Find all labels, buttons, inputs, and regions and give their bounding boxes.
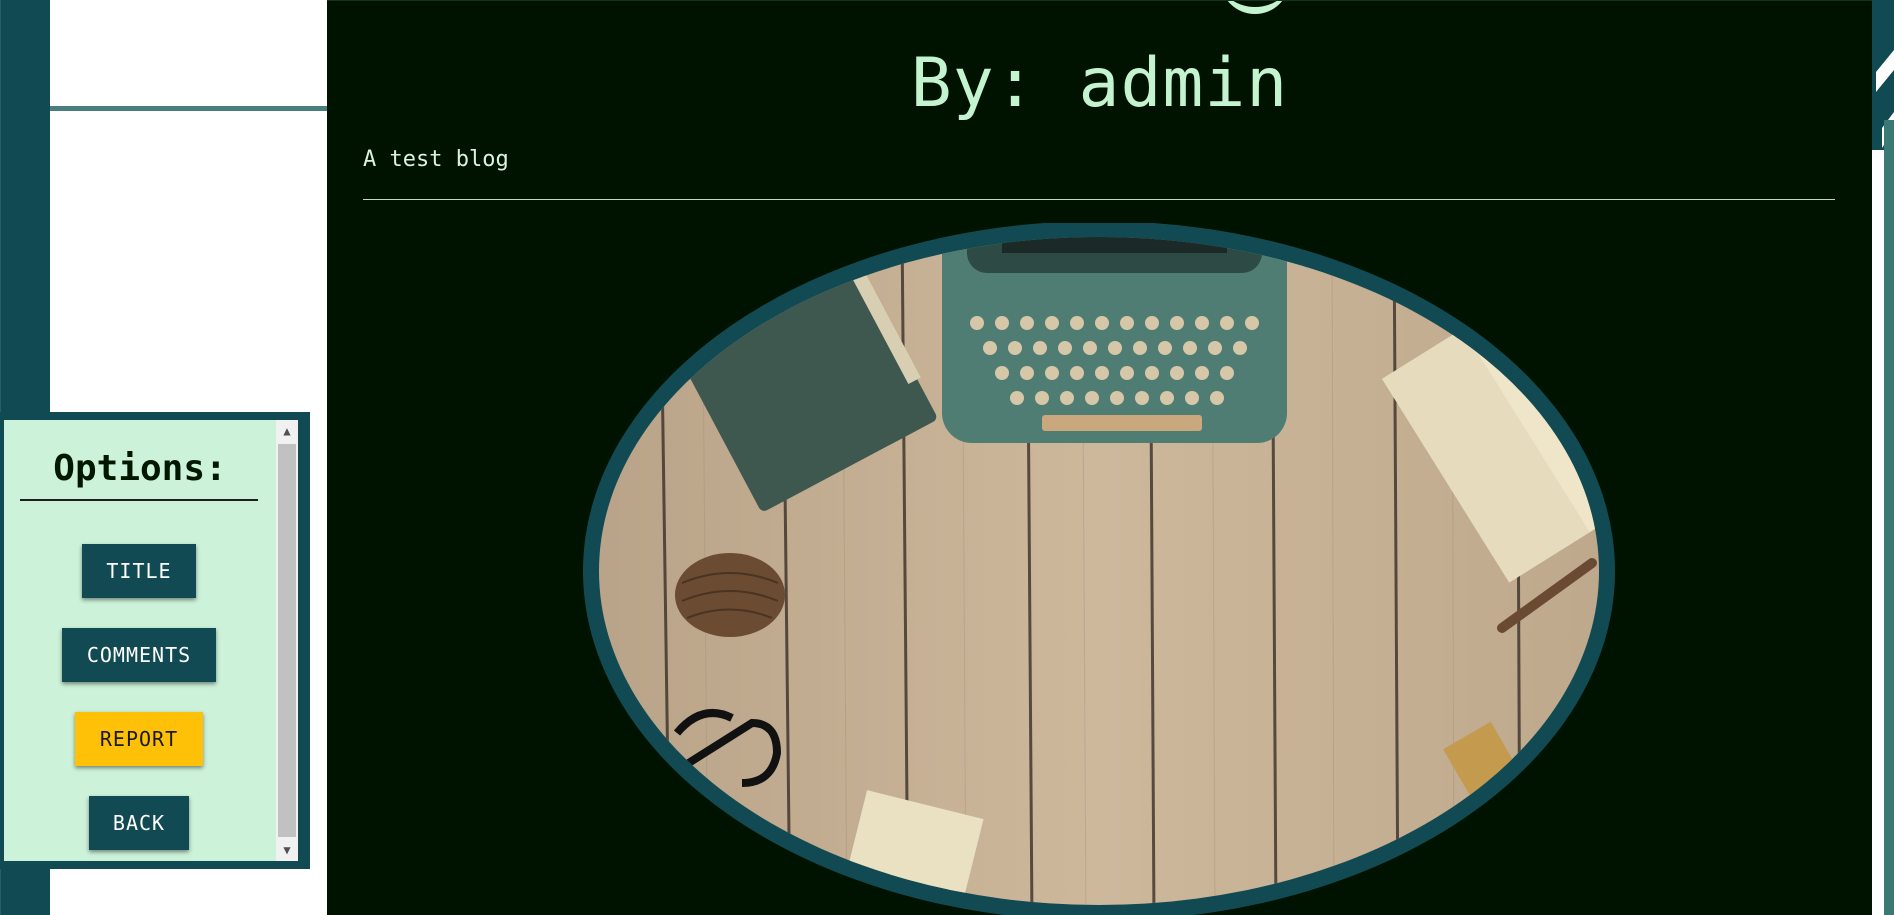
title-button[interactable]: TITLE	[82, 544, 196, 598]
report-button[interactable]: REPORT	[75, 712, 203, 766]
typewriter-desk-image	[583, 221, 1615, 915]
post-image	[582, 221, 1616, 915]
page: By: admin A test blog Options: TITLE COM…	[0, 0, 1894, 915]
options-divider	[20, 499, 258, 501]
comments-button[interactable]: COMMENTS	[62, 628, 216, 682]
post-divider	[363, 199, 1835, 200]
right-edge-decoration	[1872, 0, 1894, 915]
blog-post-panel: By: admin A test blog	[327, 0, 1872, 915]
cropped-heading-glyph	[1220, 1, 1290, 14]
scroll-up-icon[interactable]: ▲	[276, 420, 298, 442]
post-subtitle: A test blog	[363, 147, 509, 172]
left-divider	[50, 106, 327, 111]
options-content: Options: TITLE COMMENTS REPORT BACK	[4, 420, 276, 861]
typewriter	[942, 237, 1287, 443]
options-scrollbar[interactable]: ▲ ▼	[276, 420, 298, 861]
scroll-thumb[interactable]	[278, 444, 296, 837]
right-edge-bar	[1884, 120, 1894, 915]
back-button[interactable]: BACK	[89, 796, 189, 850]
options-heading: Options:	[53, 448, 227, 489]
post-author-heading: By: admin	[910, 44, 1289, 123]
options-panel: Options: TITLE COMMENTS REPORT BACK ▲ ▼	[0, 412, 310, 869]
scroll-down-icon[interactable]: ▼	[276, 839, 298, 861]
